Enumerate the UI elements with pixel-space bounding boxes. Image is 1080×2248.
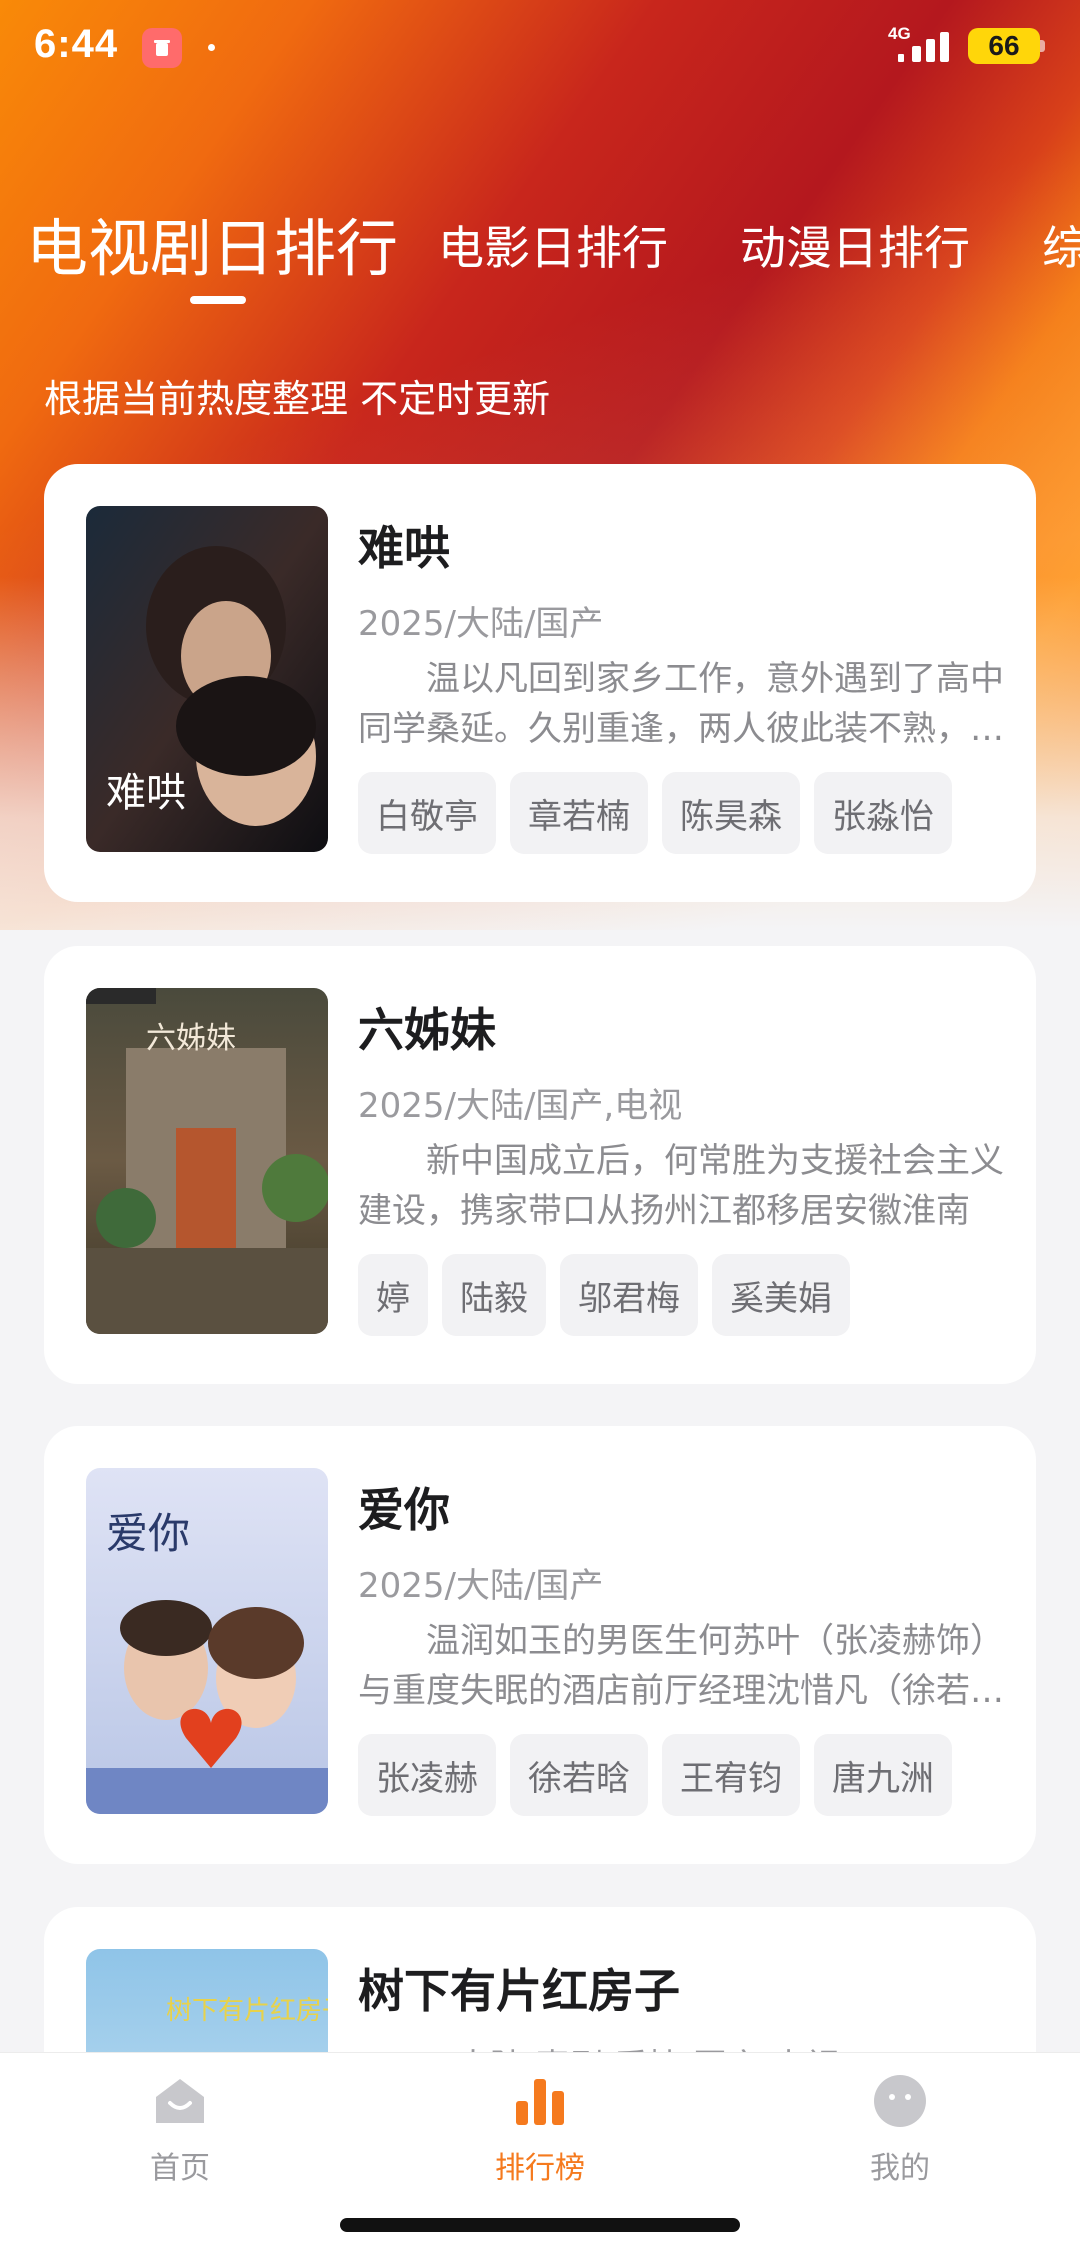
item-title: 树下有片红房子 [358,1964,680,2018]
cast-tag[interactable]: 唐九洲 [814,1734,952,1816]
battery-indicator: 66 [968,28,1040,64]
cast-tag[interactable]: 白敬亭 [358,772,496,854]
nav-ranking-label: 排行榜 [495,2151,585,2186]
poster-image: 爱你 [86,1468,328,1814]
item-title: 爱你 [358,1483,450,1537]
item-meta: 2025/大陆/国产 [358,1566,604,1606]
ranking-card[interactable]: 爱你 爱你 2025/大陆/国产 温润如玉的男医生何苏叶（张凌赫饰）与重度失眠的… [44,1426,1036,1864]
nav-profile-label: 我的 [870,2151,930,2186]
indicator-dot [208,44,215,51]
tab-variety-daily[interactable]: 综 [1042,212,1080,278]
cast-tag[interactable]: 徐若晗 [510,1734,648,1816]
ranking-subtitle: 根据当前热度整理 不定时更新 [44,377,551,421]
item-description: 温润如玉的男医生何苏叶（张凌赫饰）与重度失眠的酒店前厅经理沈惜凡（徐若晗饰） [358,1621,1004,1711]
nav-profile[interactable]: 我的 [800,2073,1000,2187]
cast-tag[interactable]: 奚美娟 [712,1254,850,1336]
nav-home[interactable]: 首页 [80,2073,280,2187]
trash-icon [142,28,182,68]
item-title: 难哄 [358,521,450,575]
profile-icon [874,2075,926,2127]
nav-home-label: 首页 [150,2151,210,2186]
chart-icon [516,2079,564,2125]
svg-text:难哄: 难哄 [106,770,186,816]
svg-text:爱你: 爱你 [106,1509,190,1558]
svg-text:树下有片红房子: 树下有片红房子 [166,1996,328,2026]
status-bar: 6:44 4G 66 [0,0,1080,96]
item-description: 新中国成立后，何常胜为支援社会主义建设，携家带口从扬州江都移居安徽淮南 [358,1141,1004,1231]
tab-anime-daily[interactable]: 动漫日排行 [740,212,970,278]
cast-tag[interactable]: 婷 [358,1254,428,1336]
tab-tv-daily[interactable]: 电视剧日排行 [26,198,398,288]
svg-text:六姊妹: 六姊妹 [146,1021,236,1056]
battery-tip [1040,40,1045,52]
item-meta: 2025/大陆/国产 [358,604,604,644]
status-time: 6:44 [34,22,119,66]
category-tabs: 电视剧日排行 电影日排行 动漫日排行 综 [0,190,1080,310]
item-description: 温以凡回到家乡工作，意外遇到了高中同学桑延。久别重逢，两人彼此装不熟，却又暗自较… [358,659,1004,749]
cast-tag[interactable]: 邬君梅 [560,1254,698,1336]
active-tab-indicator [190,296,246,304]
item-meta: 2025/大陆/国产,电视 [358,1086,683,1126]
poster-image: 难哄 [86,506,328,852]
cast-tags: 婷 陆毅 邬君梅 奚美娟 [358,1254,850,1336]
poster-image: 六姊妹 [86,988,328,1334]
home-indicator [340,2218,740,2232]
signal-icon [898,32,949,62]
cast-tag[interactable]: 张凌赫 [358,1734,496,1816]
cast-tags: 白敬亭 章若楠 陈昊森 张淼怡 [358,772,952,854]
cast-tag[interactable]: 陆毅 [442,1254,546,1336]
cast-tag[interactable]: 章若楠 [510,772,648,854]
tab-movie-daily[interactable]: 电影日排行 [438,212,668,278]
cast-tag[interactable]: 张淼怡 [814,772,952,854]
cast-tag[interactable]: 陈昊森 [662,772,800,854]
item-title: 六姊妹 [358,1003,496,1057]
ranking-card[interactable]: 难哄 难哄 2025/大陆/国产 温以凡回到家乡工作，意外遇到了高中同学桑延。久… [44,464,1036,902]
cast-tag[interactable]: 王宥钧 [662,1734,800,1816]
cast-tags: 张凌赫 徐若晗 王宥钧 唐九洲 [358,1734,952,1816]
ranking-card[interactable]: 六姊妹 六姊妹 2025/大陆/国产,电视 新中国成立后，何常胜为支援社会主义建… [44,946,1036,1384]
nav-ranking[interactable]: 排行榜 [440,2073,640,2187]
home-icon [156,2079,204,2123]
